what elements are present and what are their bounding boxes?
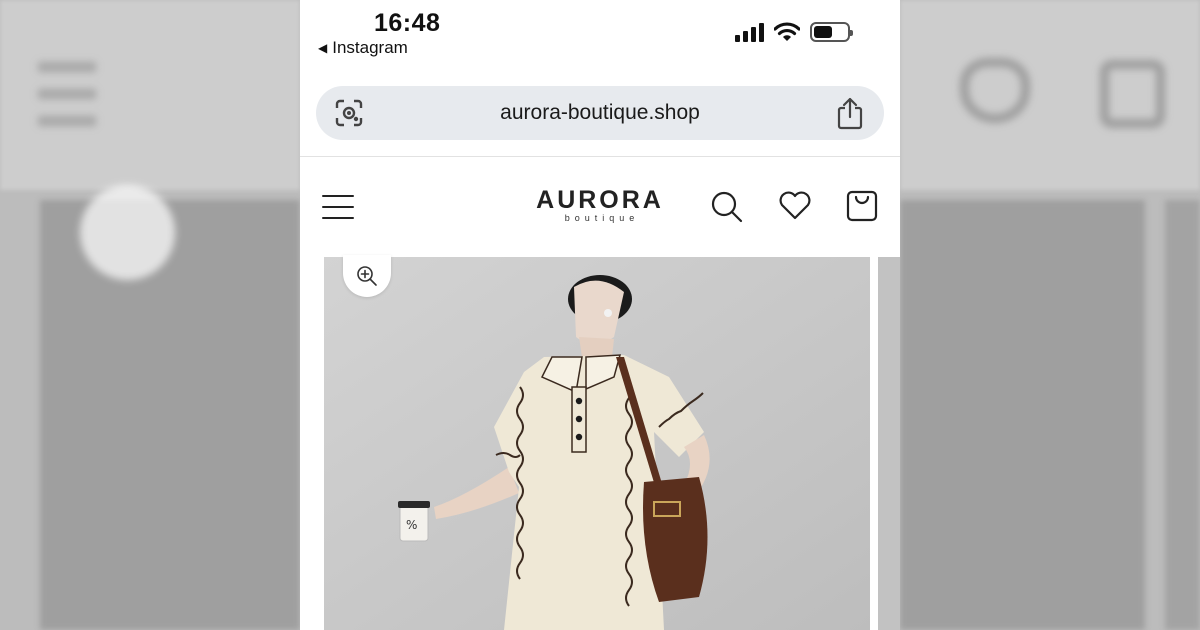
address-bar[interactable]: aurora-boutique.shop xyxy=(316,86,884,140)
next-product-image[interactable] xyxy=(878,257,900,630)
status-time: 16:48 xyxy=(374,9,441,37)
status-icons xyxy=(735,22,853,42)
heart-icon[interactable] xyxy=(778,191,812,226)
status-bar: 16:48 ◀ Instagram xyxy=(300,0,900,62)
back-to-app-link[interactable]: ◀ Instagram xyxy=(318,38,408,58)
wifi-icon xyxy=(774,22,800,41)
back-triangle-icon: ◀ xyxy=(318,41,328,55)
url-text[interactable]: aurora-boutique.shop xyxy=(316,101,884,125)
product-gallery[interactable]: % xyxy=(300,255,900,630)
backdrop-right xyxy=(900,0,1200,630)
product-image[interactable]: % xyxy=(324,257,870,630)
search-icon[interactable] xyxy=(710,190,744,229)
bag-icon[interactable] xyxy=(845,188,879,227)
zoom-in-icon xyxy=(357,266,377,286)
signal-icon xyxy=(735,22,764,42)
product-photo-illustration: % xyxy=(324,257,870,630)
cup-mark: % xyxy=(406,518,417,532)
back-app-label: Instagram xyxy=(332,38,408,57)
battery-icon xyxy=(810,22,853,42)
share-icon[interactable] xyxy=(836,96,864,135)
phone-screen: 16:48 ◀ Instagram aurora-boutique.shop A… xyxy=(300,0,900,630)
site-header: AURORA boutique xyxy=(300,157,900,255)
backdrop-left xyxy=(0,0,300,630)
